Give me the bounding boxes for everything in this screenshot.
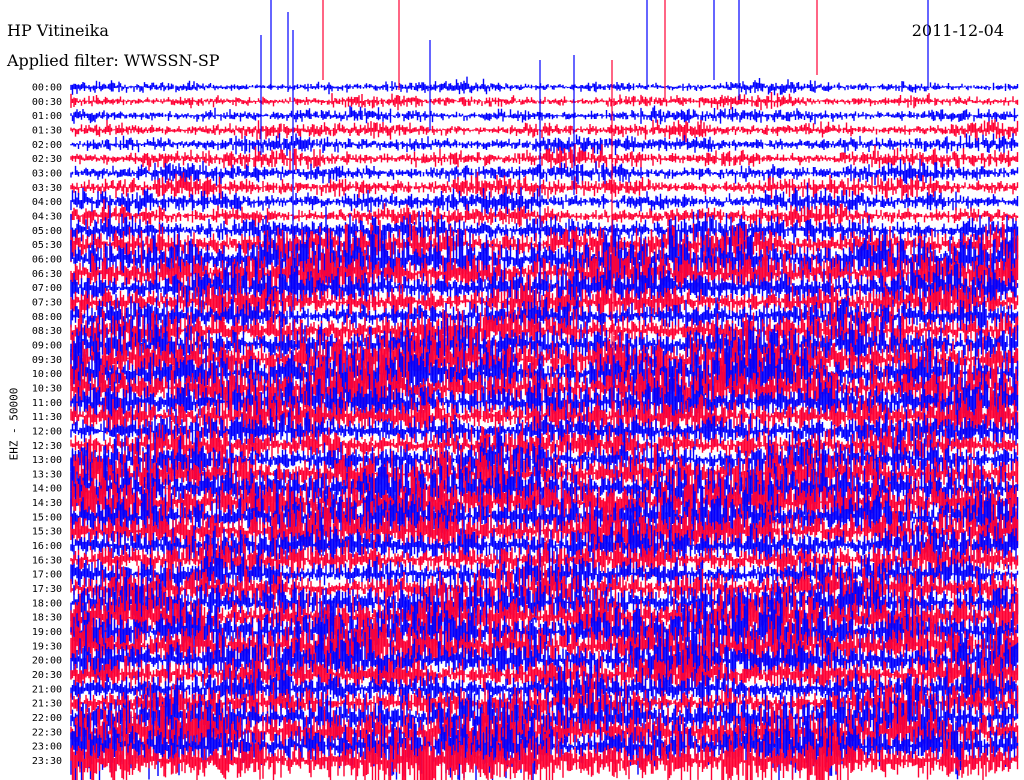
trace-layer: [70, 76, 1019, 780]
row-label-1400: 14:00: [32, 484, 62, 495]
row-label-0700: 07:00: [32, 283, 62, 294]
row-label-0100: 01:00: [32, 111, 62, 122]
row-label-1630: 16:30: [32, 555, 62, 566]
row-label-1100: 11:00: [32, 398, 62, 409]
row-label-2200: 22:00: [32, 713, 62, 724]
row-label-1700: 17:00: [32, 570, 62, 581]
row-label-0600: 06:00: [32, 255, 62, 266]
row-label-1930: 19:30: [32, 641, 62, 652]
row-label-0130: 01:30: [32, 126, 62, 137]
row-label-0330: 03:30: [32, 183, 62, 194]
trace-row-0130: [70, 119, 1019, 143]
row-label-1830: 18:30: [32, 613, 62, 624]
row-label-0930: 09:30: [32, 355, 62, 366]
row-label-0530: 05:30: [32, 240, 62, 251]
row-label-0030: 00:30: [32, 97, 62, 108]
helicorder-plot: 00:00 00:30 01:00 01:30 02:00 02:30 03:00 03:30…: [32, 0, 1019, 780]
row-label-2130: 21:30: [32, 699, 62, 710]
row-label-0000: 00:00: [32, 83, 62, 94]
row-label-1130: 11:30: [32, 412, 62, 423]
trace-row-0030: [70, 92, 1019, 111]
row-label-1500: 15:00: [32, 512, 62, 523]
trace-row-0000: [70, 76, 1019, 96]
row-label-0430: 04:30: [32, 212, 62, 223]
row-label-1330: 13:30: [32, 469, 62, 480]
row-label-1030: 10:30: [32, 383, 62, 394]
row-label-1200: 12:00: [32, 426, 62, 437]
row-label-0300: 03:00: [32, 169, 62, 180]
row-label-0800: 08:00: [32, 312, 62, 323]
row-label-1800: 18:00: [32, 598, 62, 609]
row-label-1900: 19:00: [32, 627, 62, 638]
row-label-0830: 08:30: [32, 326, 62, 337]
row-tick-labels: 00:00 00:30 01:00 01:30 02:00 02:30 03:00 03:30…: [32, 83, 62, 768]
row-label-0900: 09:00: [32, 340, 62, 351]
helicorder-figure: HP Vitineika Applied filter: WWSSN-SP 20…: [0, 0, 1024, 780]
row-label-2100: 21:00: [32, 684, 62, 695]
row-label-1300: 13:00: [32, 455, 62, 466]
trace-row-0100: [70, 105, 1019, 125]
row-label-0630: 06:30: [32, 269, 62, 280]
row-label-2300: 23:00: [32, 742, 62, 753]
row-label-1730: 17:30: [32, 584, 62, 595]
row-label-1230: 12:30: [32, 441, 62, 452]
row-label-0730: 07:30: [32, 297, 62, 308]
row-label-2230: 22:30: [32, 727, 62, 738]
row-label-2330: 23:30: [32, 756, 62, 767]
row-label-0200: 02:00: [32, 140, 62, 151]
row-label-1000: 10:00: [32, 369, 62, 380]
row-label-1530: 15:30: [32, 527, 62, 538]
row-label-0400: 04:00: [32, 197, 62, 208]
row-label-1600: 16:00: [32, 541, 62, 552]
row-label-1430: 14:30: [32, 498, 62, 509]
row-label-0230: 02:30: [32, 154, 62, 165]
row-label-0500: 05:00: [32, 226, 62, 237]
row-label-2000: 20:00: [32, 656, 62, 667]
row-label-2030: 20:30: [32, 670, 62, 681]
